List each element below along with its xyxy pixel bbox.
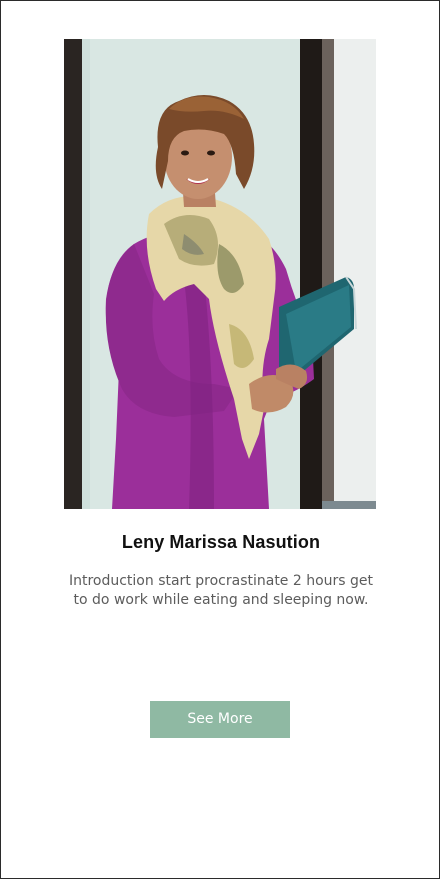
profile-introduction: Introduction start procrastinate 2 hours… xyxy=(68,573,374,608)
profile-name: Leny Marissa Nasution xyxy=(121,532,321,552)
see-more-button[interactable]: See More xyxy=(150,701,290,738)
page-frame: Leny Marissa Nasution Introduction start… xyxy=(0,0,440,879)
profile-photo xyxy=(64,39,376,509)
